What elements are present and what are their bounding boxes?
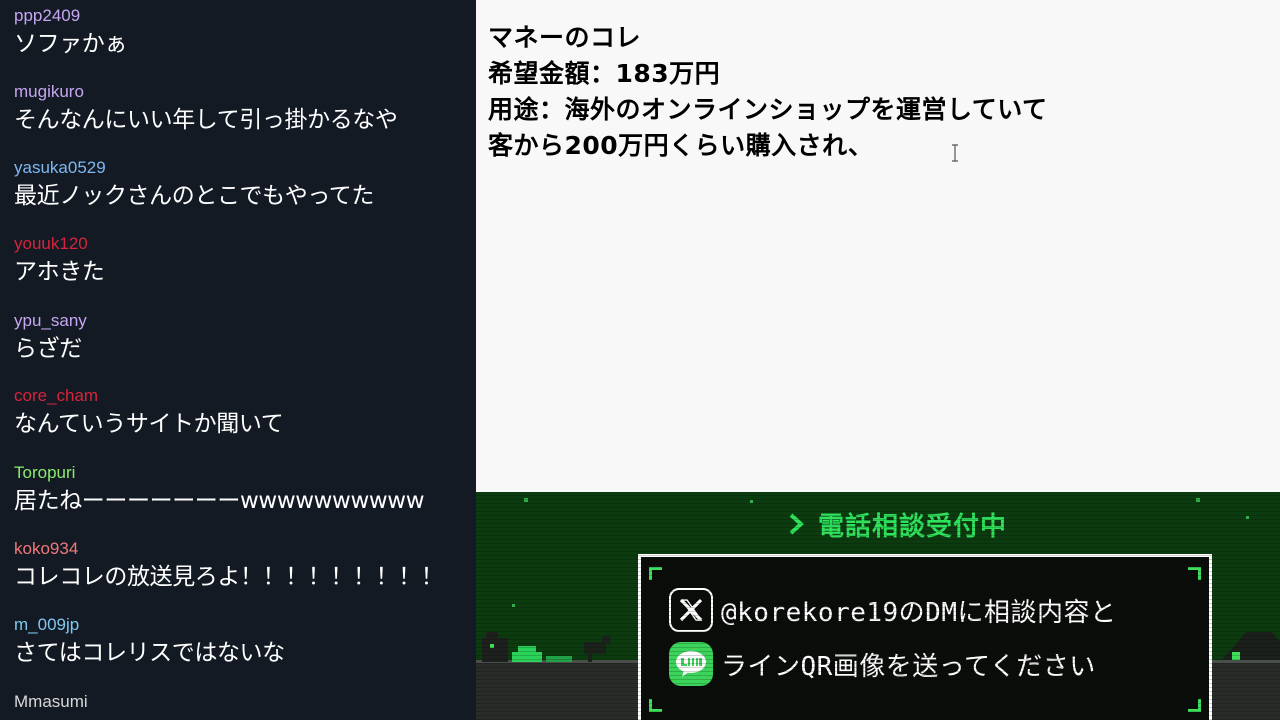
chat-username[interactable]: Mmasumi: [14, 692, 470, 712]
chat-message: ypu_sany らざだ: [14, 311, 470, 364]
chat-message: youuk120 アホきた: [14, 234, 470, 287]
chat-username[interactable]: mugikuro: [14, 82, 470, 102]
chat-message: Toropuri 居たねーーーーーーーwwwwwwwwww: [14, 463, 470, 516]
document-line: 用途：海外のオンラインショップを運営していて: [488, 95, 1048, 124]
chat-text: 最近ノックさんのとこでもやってた: [14, 183, 374, 209]
corner-marker: [1188, 699, 1201, 712]
consultation-banner: 電話相談受付中 @korekore19のDMに相談内容と ラインQR画像を送って…: [476, 492, 1280, 720]
line-logo-icon: [669, 642, 713, 686]
chat-text: らざだ: [14, 336, 82, 362]
chat-username[interactable]: koko934: [14, 539, 470, 559]
corner-marker: [649, 699, 662, 712]
chat-username[interactable]: ppp2409: [14, 6, 470, 26]
corner-marker: [649, 567, 662, 580]
chat-message: ppp2409 ソファかぁ: [14, 6, 470, 59]
document-line: 客から200万円くらい購入され、: [488, 131, 874, 160]
chat-text: 居たねーーーーーーーwwwwwwwwww: [14, 488, 425, 514]
contact-info-box: @korekore19のDMに相談内容と ラインQR画像を送ってください: [638, 554, 1212, 720]
document-editor[interactable]: マネーのコレ 希望金額：183万円 用途：海外のオンラインショップを運営していて…: [476, 0, 1280, 492]
document-text[interactable]: マネーのコレ 希望金額：183万円 用途：海外のオンラインショップを運営していて…: [488, 20, 1048, 164]
document-line: 希望金額：183万円: [488, 59, 721, 88]
chat-text: アホきた: [14, 259, 105, 285]
x-logo-icon: [669, 588, 713, 632]
chat-panel[interactable]: ppp2409 ソファかぁ mugikuro そんなんにいい年して引っ掛かるなや…: [0, 0, 476, 720]
chat-username[interactable]: ypu_sany: [14, 311, 470, 331]
chat-username[interactable]: youuk120: [14, 234, 470, 254]
chat-message: core_cham なんていうサイトか聞いて: [14, 386, 470, 439]
contact-row-x: @korekore19のDMに相談内容と: [669, 587, 1117, 633]
chat-message: koko934 コレコレの放送見ろよ！！！！！！！！！: [14, 539, 470, 592]
text-cursor-icon: [952, 144, 958, 162]
banner-heading: 電話相談受付中: [788, 506, 1007, 542]
chat-text: ソファかぁ: [14, 31, 128, 57]
contact-text: @korekore19のDMに相談内容と: [721, 597, 1117, 628]
chat-message: m_009jp さてはコレリスではないな: [14, 615, 470, 668]
chat-message: yasuka0529 最近ノックさんのとこでもやってた: [14, 158, 470, 211]
chat-username[interactable]: core_cham: [14, 386, 470, 406]
chat-username[interactable]: yasuka0529: [14, 158, 470, 178]
corner-marker: [1188, 567, 1201, 580]
contact-row-line: ラインQR画像を送ってください: [669, 641, 1096, 687]
chat-text: そんなんにいい年して引っ掛かるなや: [14, 107, 398, 133]
document-line: マネーのコレ: [488, 23, 642, 52]
chat-text: コレコレの放送見ろよ！！！！！！！！！: [14, 564, 444, 590]
chat-username[interactable]: Toropuri: [14, 463, 470, 483]
chevron-right-icon: [789, 513, 804, 535]
chat-text: さてはコレリスではないな: [14, 640, 285, 666]
chat-message: Mmasumi: [14, 692, 470, 715]
chat-text: なんていうサイトか聞いて: [14, 411, 284, 437]
contact-text: ラインQR画像を送ってください: [721, 651, 1096, 682]
chat-username[interactable]: m_009jp: [14, 615, 470, 635]
banner-heading-text: 電話相談受付中: [818, 511, 1008, 542]
chat-message: mugikuro そんなんにいい年して引っ掛かるなや: [14, 82, 470, 135]
